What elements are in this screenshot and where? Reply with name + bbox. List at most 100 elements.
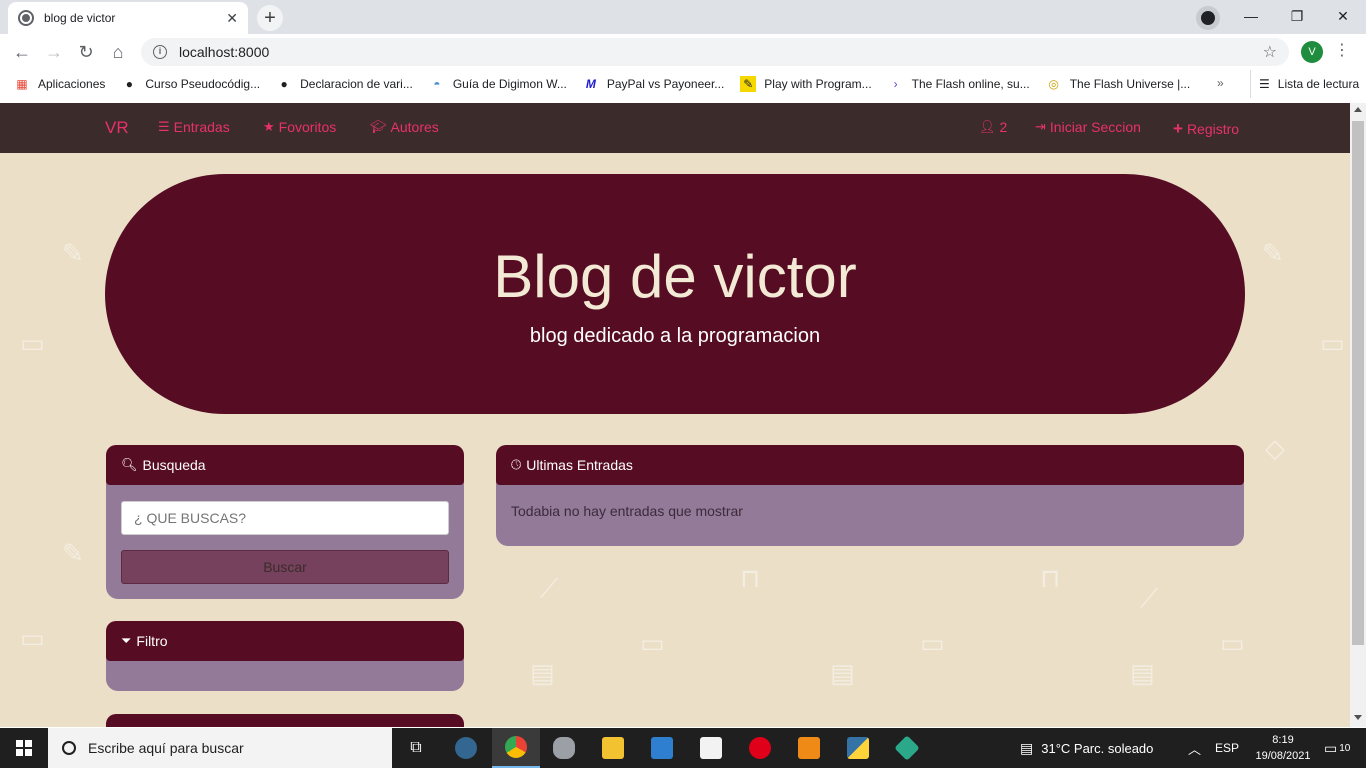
browser-toolbar: ← → ↻ ⌂ i localhost:8000 ☆ V ⋮: [0, 34, 1366, 70]
bookmark-item[interactable]: ● Declaracion de vari...: [276, 76, 412, 92]
apps-grid-icon: ▦: [16, 77, 28, 91]
pencil-logo-icon: ✎: [740, 76, 757, 92]
book-icon: ▭: [1320, 328, 1345, 358]
hero-banner: Blog de victor blog dedicado a la progra…: [105, 174, 1245, 414]
book-icon: ▭: [640, 628, 665, 658]
browser-tab[interactable]: blog de victor ✕: [8, 2, 248, 34]
list-icon: ☰: [158, 119, 170, 134]
browser-menu-icon[interactable]: ⋮: [1334, 40, 1350, 60]
close-tab-icon[interactable]: ✕: [226, 10, 238, 27]
file-explorer-icon[interactable]: [589, 728, 637, 768]
nav-autores[interactable]: 🎓︎ Autores: [370, 119, 439, 135]
search-icon: [62, 741, 76, 755]
pencil-icon: ✎: [62, 238, 84, 268]
new-tab-button[interactable]: +: [257, 5, 283, 31]
search-panel-header: 🔍︎ Busqueda: [106, 445, 464, 485]
search-button[interactable]: Buscar: [121, 550, 449, 584]
reload-button[interactable]: ↻: [75, 41, 97, 63]
notifications-button[interactable]: ▭ 10: [1324, 728, 1350, 768]
store-icon[interactable]: [687, 728, 735, 768]
site-info-icon[interactable]: i: [153, 45, 167, 59]
database-icon[interactable]: [540, 728, 588, 768]
graduation-cap-icon: 🎓︎: [370, 119, 387, 134]
bookmark-item[interactable]: ▦ Aplicaciones: [14, 76, 105, 92]
search-icon: 🔍︎: [121, 457, 138, 472]
digimon-icon: ◓: [433, 77, 441, 91]
easel-icon: ⊓: [740, 563, 761, 593]
page-subtitle: blog dedicado a la programacion: [529, 325, 821, 347]
back-button[interactable]: ←: [11, 41, 33, 63]
reading-list-button[interactable]: ☰ Lista de lectura: [1250, 70, 1359, 98]
profile-avatar[interactable]: V: [1301, 41, 1323, 63]
cabinet-icon: ▤: [830, 658, 855, 688]
ruler-icon: ⟋: [1140, 583, 1159, 613]
weather-widget[interactable]: ▤ 31°C Parc. soleado: [1020, 728, 1153, 768]
more-bookmarks-icon[interactable]: »: [1217, 76, 1224, 90]
plus-icon: +: [1173, 119, 1183, 138]
nav-users[interactable]: 👤︎ 2: [979, 119, 1007, 135]
latest-entries-header: 🕓︎ Ultimas Entradas: [496, 445, 1244, 485]
latest-entries-panel: 🕓︎ Ultimas Entradas Todabia no hay entra…: [496, 445, 1244, 546]
book-icon: ▭: [20, 328, 45, 358]
url-text: localhost:8000: [179, 44, 270, 60]
globe-icon: [18, 10, 34, 26]
empty-entries-message: Todabia no hay entradas que mostrar: [511, 503, 743, 519]
tab-search-button[interactable]: [1196, 6, 1220, 30]
task-view-icon[interactable]: ⧉: [392, 728, 440, 768]
cabinet-icon: ▤: [1130, 658, 1155, 688]
nav-login[interactable]: ⇥ Iniciar Seccion: [1035, 119, 1141, 135]
page-scrollbar[interactable]: [1350, 103, 1366, 727]
scrollbar-thumb[interactable]: [1352, 121, 1364, 645]
book-icon: ▭: [20, 623, 45, 653]
nav-register[interactable]: + Registro: [1173, 119, 1239, 139]
windows-start-icon[interactable]: [16, 740, 32, 756]
python-icon[interactable]: [834, 728, 882, 768]
gitkraken-icon[interactable]: [883, 728, 931, 768]
bookmark-item[interactable]: › The Flash online, su...: [888, 76, 1030, 92]
page-viewport: ✎ ▭ ✎ ▭ ◇ ✎ ⟋ ⊓ ⊓ ⟋ ▭ ▭ ▭ ▭ ▤ ▤ ▤ VR ☰ En…: [0, 103, 1350, 727]
bookmark-item[interactable]: ● Curso Pseudocódig...: [121, 76, 260, 92]
nav-entradas[interactable]: ☰ Entradas: [158, 119, 230, 135]
easel-icon: ⊓: [1040, 563, 1061, 593]
tray-overflow-icon[interactable]: ︿: [1188, 728, 1201, 768]
opera-icon[interactable]: [736, 728, 784, 768]
search-input[interactable]: [121, 501, 449, 535]
box-icon: ◇: [1265, 433, 1285, 463]
tab-strip: blog de victor ✕ + — ❐ ✕: [0, 0, 1366, 34]
scroll-up-icon[interactable]: [1354, 107, 1362, 112]
minimize-button[interactable]: —: [1228, 4, 1274, 28]
pencil-icon: ✎: [62, 538, 84, 568]
sign-in-icon: ⇥: [1035, 119, 1046, 134]
bookmark-item[interactable]: ◎ The Flash Universe |...: [1046, 76, 1190, 92]
filter-panel: ⏷ Filtro: [106, 621, 464, 691]
sidebar-panel-header: [106, 714, 464, 727]
clock-icon: 🕓︎: [511, 457, 522, 472]
filter-panel-header: ⏷ Filtro: [106, 621, 464, 661]
bookmark-item[interactable]: ✎ Play with Program...: [740, 76, 872, 92]
taskbar-clock[interactable]: 8:19 19/08/2021: [1246, 732, 1320, 764]
language-indicator[interactable]: ESP: [1215, 728, 1239, 768]
brand-link[interactable]: VR: [105, 118, 129, 138]
postgresql-icon[interactable]: [442, 728, 490, 768]
book-icon: ▭: [1220, 628, 1245, 658]
bookmark-star-icon[interactable]: ☆: [1263, 42, 1277, 62]
taskbar-search[interactable]: Escribe aquí para buscar: [48, 728, 392, 768]
reading-list-icon: ☰: [1259, 77, 1270, 91]
close-window-button[interactable]: ✕: [1320, 4, 1366, 28]
maximize-button[interactable]: ❐: [1274, 4, 1320, 28]
chrome-icon[interactable]: [492, 728, 540, 768]
scroll-down-icon[interactable]: [1354, 715, 1362, 720]
github-icon: ●: [280, 77, 288, 91]
sublime-icon[interactable]: [785, 728, 833, 768]
windows-taskbar: Escribe aquí para buscar ⧉ ▤ 31°C Parc. …: [0, 728, 1366, 768]
address-bar[interactable]: i localhost:8000 ☆: [141, 38, 1289, 66]
chevron-logo-icon: ›: [893, 77, 898, 91]
bookmark-item[interactable]: ◓ Guía de Digimon W...: [429, 76, 567, 92]
forward-button[interactable]: →: [43, 41, 65, 63]
home-button[interactable]: ⌂: [107, 41, 129, 63]
bookmark-item[interactable]: M PayPal vs Payoneer...: [583, 76, 724, 92]
filter-icon: ⏷: [121, 633, 132, 648]
mail-icon[interactable]: [638, 728, 686, 768]
news-icon: ▤: [1020, 739, 1034, 756]
nav-favoritos[interactable]: ★ Fovoritos: [263, 119, 336, 135]
